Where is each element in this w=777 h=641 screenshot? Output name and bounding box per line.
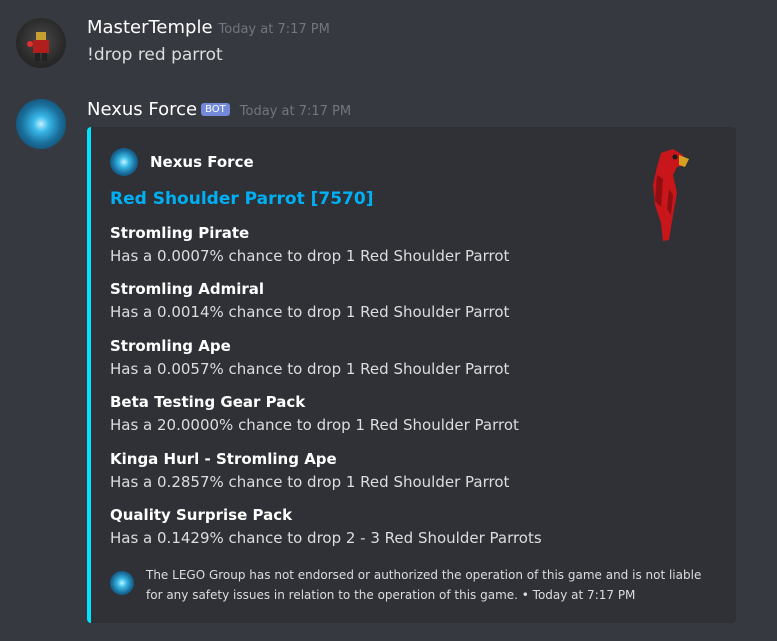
field-value: Has a 20.0000% chance to drop 1 Red Shou… (110, 416, 519, 434)
field-name: Stromling Ape (110, 337, 231, 355)
field-value: Has a 0.2857% chance to drop 1 Red Shoul… (110, 473, 510, 491)
message-timestamp: Today at 7:17 PM (239, 104, 352, 119)
field-value: Has a 0.0007% chance to drop 1 Red Shoul… (110, 247, 510, 265)
embed-field: Stromling Pirate Has a 0.0007% chance to… (110, 223, 509, 268)
message-author-line: Nexus Force BOT Today at 7:17 PM (87, 99, 351, 120)
message-content: !drop red parrot (87, 45, 223, 65)
embed-footer: The LEGO Group has not endorsed or autho… (110, 565, 710, 605)
embed-field: Beta Testing Gear Pack Has a 20.0000% ch… (110, 392, 519, 437)
message-author-line: MasterTemple Today at 7:17 PM (87, 17, 330, 38)
field-name: Kinga Hurl - Stromling Ape (110, 450, 337, 468)
nexus-force-icon (110, 148, 138, 176)
embed-field: Quality Surprise Pack Has a 0.1429% chan… (110, 505, 542, 550)
author-name[interactable]: MasterTemple (87, 17, 213, 38)
author-name[interactable]: Nexus Force (87, 99, 197, 120)
field-name: Quality Surprise Pack (110, 506, 293, 524)
embed-field: Stromling Ape Has a 0.0057% chance to dr… (110, 336, 509, 381)
embed-card: Nexus Force Red Shoulder Parrot [7570] S… (87, 127, 736, 623)
field-value: Has a 0.1429% chance to drop 2 - 3 Red S… (110, 529, 542, 547)
footer-icon (110, 571, 134, 595)
red-parrot-thumbnail[interactable] (639, 145, 699, 245)
footer-text: The LEGO Group has not endorsed or autho… (146, 568, 702, 602)
user-avatar[interactable] (16, 18, 66, 68)
field-value: Has a 0.0057% chance to drop 1 Red Shoul… (110, 360, 510, 378)
field-name: Beta Testing Gear Pack (110, 393, 306, 411)
embed-author-name: Nexus Force (150, 153, 254, 171)
field-name: Stromling Pirate (110, 224, 250, 242)
message-timestamp: Today at 7:17 PM (218, 22, 330, 37)
field-value: Has a 0.0014% chance to drop 1 Red Shoul… (110, 303, 510, 321)
embed-author: Nexus Force (110, 148, 254, 176)
embed-field: Kinga Hurl - Stromling Ape Has a 0.2857%… (110, 449, 509, 494)
bot-avatar[interactable] (16, 99, 66, 149)
bot-badge: BOT (201, 103, 230, 116)
field-name: Stromling Admiral (110, 280, 265, 298)
embed-field: Stromling Admiral Has a 0.0014% chance t… (110, 279, 509, 324)
embed-title-link[interactable]: Red Shoulder Parrot [7570] (110, 189, 373, 209)
